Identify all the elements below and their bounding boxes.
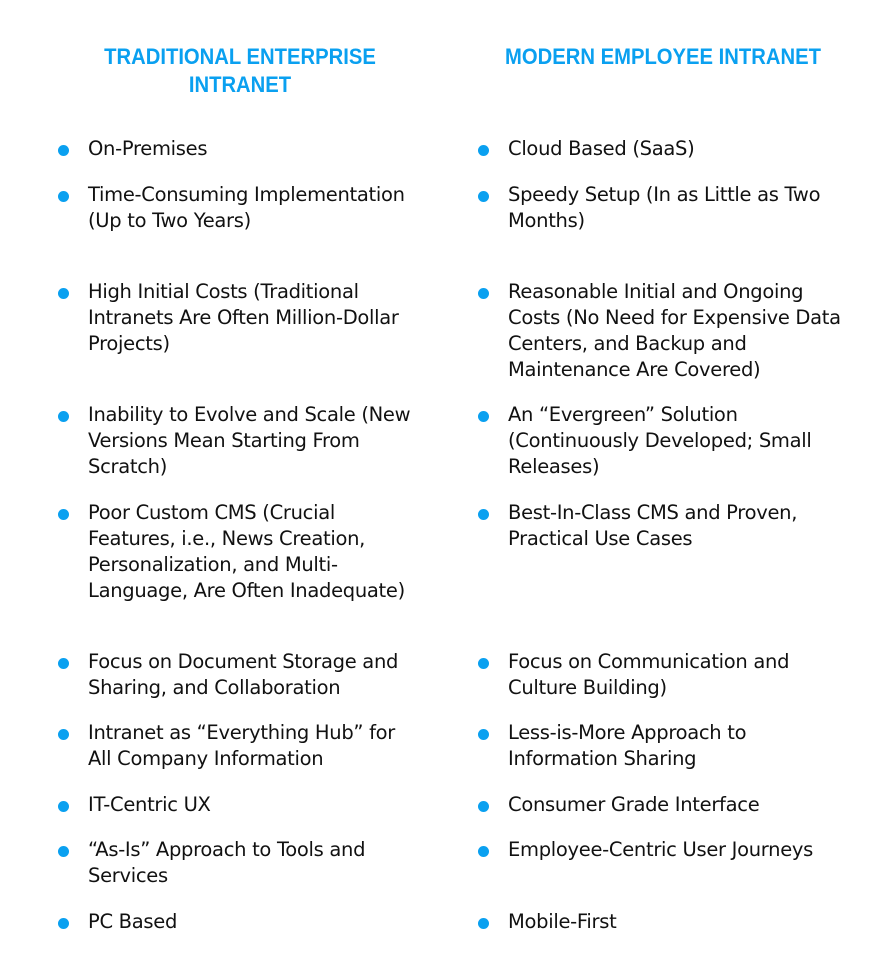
list-item-text: Poor Custom CMS (Crucial Features, i.e.,… — [88, 501, 405, 602]
list-item: Focus on Communication and Culture Build… — [478, 649, 853, 701]
bullet-icon — [478, 191, 489, 202]
list-item: High Initial Costs (Traditional Intranet… — [58, 279, 418, 357]
list-item: Focus on Document Storage and Sharing, a… — [58, 649, 418, 701]
bullet-icon — [478, 411, 489, 422]
list-item-text: Best-In-Class CMS and Proven, Practical … — [508, 501, 798, 550]
traditional-intranet-heading: TRADITIONAL ENTERPRISE INTRANET — [104, 44, 376, 97]
bullet-icon — [478, 509, 489, 520]
bullet-icon — [58, 145, 69, 156]
bullet-icon — [58, 846, 69, 857]
bullet-icon — [478, 729, 489, 740]
list-item-text: Inability to Evolve and Scale (New Versi… — [88, 403, 411, 478]
list-item-text: Time-Consuming Implementation (Up to Two… — [88, 183, 405, 232]
list-item-text: Focus on Communication and Culture Build… — [508, 650, 790, 699]
bullet-icon — [58, 411, 69, 422]
list-item: Mobile-First — [478, 909, 853, 935]
bullet-icon — [478, 658, 489, 669]
bullet-icon — [58, 288, 69, 299]
list-item-text: IT-Centric UX — [88, 793, 211, 816]
list-item-text: Intranet as “Everything Hub” for All Com… — [88, 721, 396, 770]
list-item-text: Mobile-First — [508, 910, 617, 933]
list-item-text: On-Premises — [88, 137, 208, 160]
list-item: On-Premises — [58, 136, 418, 162]
list-item: “As-Is” Approach to Tools and Services — [58, 837, 418, 889]
bullet-icon — [478, 846, 489, 857]
list-item: Less-is-More Approach to Information Sha… — [478, 720, 853, 772]
list-item: Intranet as “Everything Hub” for All Com… — [58, 720, 418, 772]
bullet-icon — [58, 509, 69, 520]
list-item: Cloud Based (SaaS) — [478, 136, 853, 162]
list-item: Poor Custom CMS (Crucial Features, i.e.,… — [58, 500, 418, 604]
list-item-text: High Initial Costs (Traditional Intranet… — [88, 280, 399, 355]
list-item: Employee-Centric User Journeys — [478, 837, 853, 863]
bullet-icon — [58, 801, 69, 812]
list-item: Time-Consuming Implementation (Up to Two… — [58, 182, 418, 234]
list-item: Reasonable Initial and Ongoing Costs (No… — [478, 279, 853, 383]
list-item: Best-In-Class CMS and Proven, Practical … — [478, 500, 853, 552]
list-item-text: Cloud Based (SaaS) — [508, 137, 695, 160]
bullet-icon — [58, 658, 69, 669]
bullet-icon — [478, 145, 489, 156]
list-item-text: Less-is-More Approach to Information Sha… — [508, 721, 747, 770]
list-item: PC Based — [58, 909, 418, 935]
list-item-text: Speedy Setup (In as Little as Two Months… — [508, 183, 821, 232]
bullet-icon — [478, 288, 489, 299]
list-item: Speedy Setup (In as Little as Two Months… — [478, 182, 853, 234]
bullet-icon — [478, 918, 489, 929]
list-item-text: Consumer Grade Interface — [508, 793, 760, 816]
list-item: An “Evergreen” Solution (Continuously De… — [478, 402, 853, 480]
list-item-text: An “Evergreen” Solution (Continuously De… — [508, 403, 812, 478]
list-item: IT-Centric UX — [58, 792, 418, 818]
bullet-icon — [58, 729, 69, 740]
bullet-icon — [58, 918, 69, 929]
bullet-icon — [58, 191, 69, 202]
modern-intranet-heading: MODERN EMPLOYEE INTRANET — [505, 44, 821, 69]
list-item-text: Reasonable Initial and Ongoing Costs (No… — [508, 280, 841, 381]
list-item: Consumer Grade Interface — [478, 792, 853, 818]
bullet-icon — [478, 801, 489, 812]
list-item-text: Employee-Centric User Journeys — [508, 838, 813, 861]
list-item-text: “As-Is” Approach to Tools and Services — [88, 838, 366, 887]
list-item-text: PC Based — [88, 910, 178, 933]
list-item: Inability to Evolve and Scale (New Versi… — [58, 402, 418, 480]
list-item-text: Focus on Document Storage and Sharing, a… — [88, 650, 399, 699]
